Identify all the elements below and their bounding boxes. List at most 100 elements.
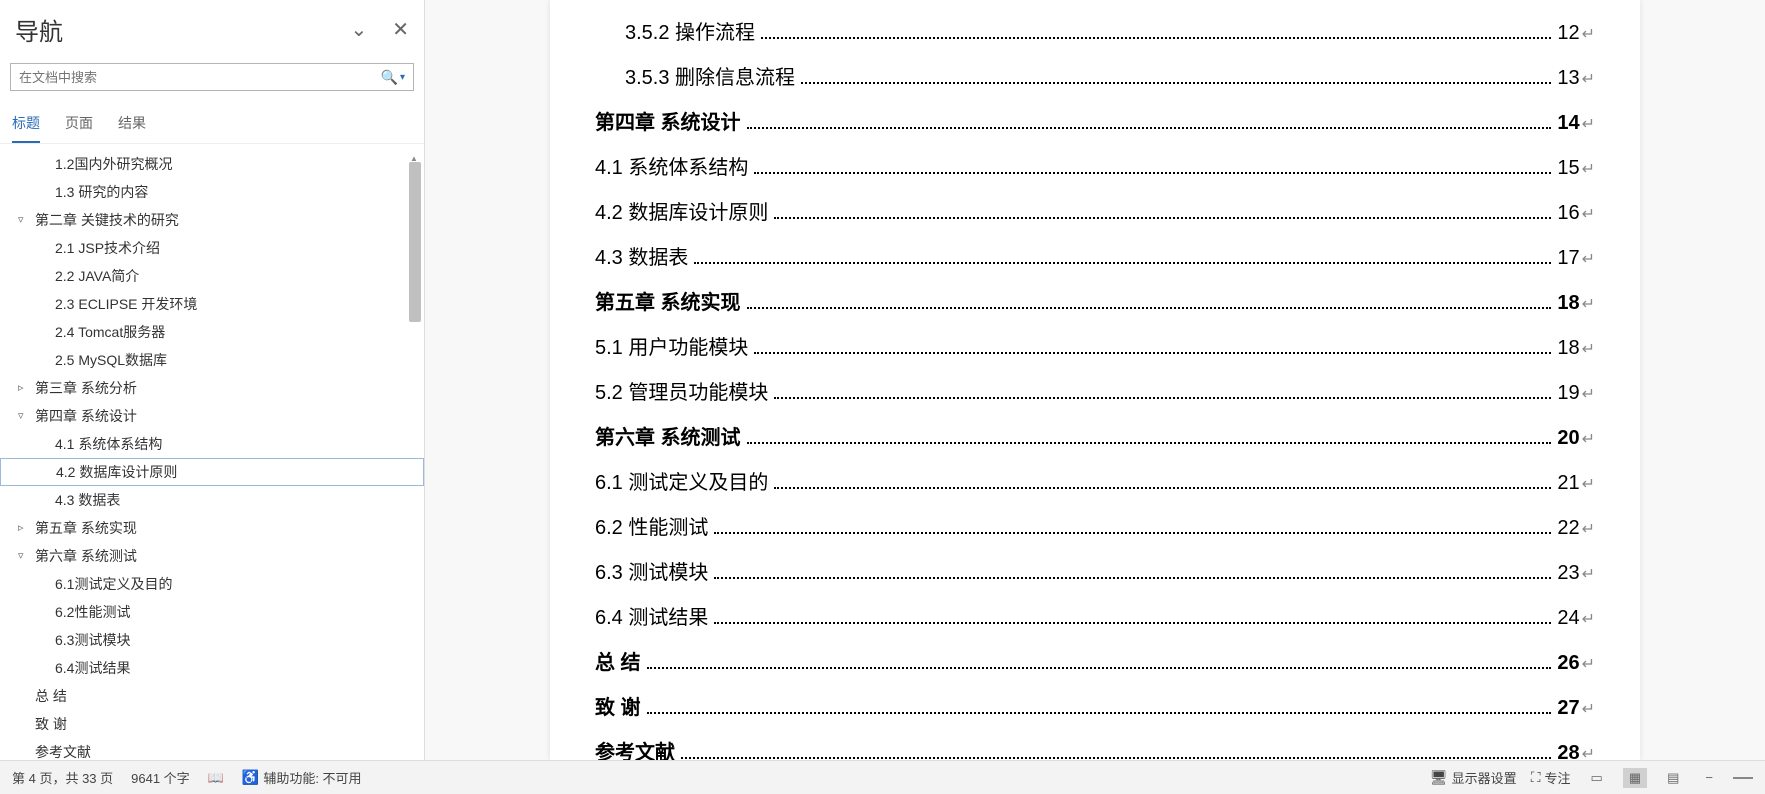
nav-tree-item[interactable]: 1.2国内外研究概况 [0,150,424,178]
nav-tree-label: 2.4 Tomcat服务器 [55,324,165,340]
nav-tree-label: 4.3 数据表 [55,492,120,508]
toc-text: 3.5.3 删除信息流程 [595,61,795,90]
search-box[interactable]: 🔍▾ [10,63,414,91]
nav-tree-item[interactable]: 6.4测试结果 [0,654,424,682]
tree-expand-icon[interactable]: ▿ [18,546,24,566]
nav-tree-item[interactable]: 4.1 系统体系结构 [0,430,424,458]
toc-entry[interactable]: 5.1 用户功能模块18↵ [595,331,1595,360]
page-indicator[interactable]: 第 4 页，共 33 页 [12,768,113,787]
toc-page-number: 18 [1557,292,1579,315]
nav-tree-item[interactable]: 2.2 JAVA简介 [0,262,424,290]
nav-tree-item[interactable]: 2.3 ECLIPSE 开发环境 [0,290,424,318]
tree-expand-icon[interactable]: ▹ [18,518,24,538]
toc-entry[interactable]: 第四章 系统设计14↵ [595,106,1595,135]
toc-entry[interactable]: 6.4 测试结果24↵ [595,601,1595,630]
nav-tree-item[interactable]: ▹ 第五章 系统实现 [0,514,424,542]
web-layout-button[interactable]: ▤ [1661,768,1685,788]
toc-entry[interactable]: 4.2 数据库设计原则16↵ [595,196,1595,225]
accessibility-status[interactable]: ♿ 辅助功能: 不可用 [242,768,362,787]
tab-pages[interactable]: 页面 [65,107,93,143]
toc-entry[interactable]: 第六章 系统测试20↵ [595,421,1595,450]
paragraph-mark-icon: ↵ [1582,249,1595,269]
toc-leader [647,712,1552,714]
nav-tree: 1.2国内外研究概况1.3 研究的内容▿第二章 关键技术的研究 2.1 JSP技术… [0,144,424,760]
read-mode-button[interactable]: ▭ [1585,768,1609,788]
toc-text: 总 结 [595,646,641,675]
toc-entry[interactable]: 3.5.2 操作流程12↵ [595,16,1595,45]
toc-text: 4.3 数据表 [595,241,688,270]
toc-leader [647,667,1552,669]
toc-leader [754,172,1551,174]
scrollbar-thumb[interactable] [409,162,421,322]
nav-title: 导航 [15,12,63,47]
nav-tree-item[interactable]: 致 谢 [0,710,424,738]
nav-tree-item[interactable]: 总 结 [0,682,424,710]
nav-tree-item[interactable]: 4.2 数据库设计原则 [0,458,424,486]
toc-page-number: 14 [1557,112,1579,135]
toc-text: 第四章 系统设计 [595,106,741,135]
focus-mode-button[interactable]: ⛶ 专注 [1531,768,1571,787]
tree-expand-icon[interactable]: ▹ [18,378,24,398]
toc-entry[interactable]: 5.2 管理员功能模块19↵ [595,376,1595,405]
nav-tree-item[interactable]: 1.3 研究的内容 [0,178,424,206]
nav-tree-item[interactable]: ▿第六章 系统测试 [0,542,424,570]
zoom-slider[interactable] [1733,777,1753,779]
nav-tree-label: 6.3测试模块 [55,632,130,648]
tab-headings[interactable]: 标题 [12,107,40,143]
status-bar: 第 4 页，共 33 页 9641 个字 📖 ♿ 辅助功能: 不可用 🖥 显示器… [0,760,1765,794]
toc-text: 5.2 管理员功能模块 [595,376,768,405]
nav-tree-item[interactable]: ▿第四章 系统设计 [0,402,424,430]
toc-entry[interactable]: 6.3 测试模块23↵ [595,556,1595,585]
toc-entry[interactable]: 第五章 系统实现18↵ [595,286,1595,315]
nav-tree-item[interactable]: 2.4 Tomcat服务器 [0,318,424,346]
toc-page-number: 22 [1557,517,1579,540]
collapse-icon[interactable]: ⌄ [350,17,367,42]
toc-entry[interactable]: 4.3 数据表17↵ [595,241,1595,270]
nav-tree-item[interactable]: 4.3 数据表 [0,486,424,514]
nav-tree-label: 2.1 JSP技术介绍 [55,240,160,256]
nav-tree-item[interactable]: 6.2性能测试 [0,598,424,626]
zoom-out-button[interactable]: − [1699,768,1719,787]
paragraph-mark-icon: ↵ [1582,519,1595,539]
toc-entry[interactable]: 总 结26↵ [595,646,1595,675]
tree-expand-icon[interactable]: ▿ [18,210,24,230]
search-input[interactable] [11,66,373,89]
paragraph-mark-icon: ↵ [1582,159,1595,179]
nav-tree-item[interactable]: 6.3测试模块 [0,626,424,654]
toc-entry[interactable]: 6.2 性能测试22↵ [595,511,1595,540]
toc-entry[interactable]: 6.1 测试定义及目的21↵ [595,466,1595,495]
nav-tree-item[interactable]: 6.1测试定义及目的 [0,570,424,598]
nav-tree-item[interactable]: 2.1 JSP技术介绍 [0,234,424,262]
toc-page-number: 27 [1557,697,1579,720]
nav-tree-label: 6.2性能测试 [55,604,130,620]
toc-entry[interactable]: 3.5.3 删除信息流程13↵ [595,61,1595,90]
toc-text: 4.2 数据库设计原则 [595,196,768,225]
toc-entry[interactable]: 参考文献28↵ [595,736,1595,760]
toc-entry[interactable]: 致 谢27↵ [595,691,1595,720]
close-icon[interactable]: ✕ [392,17,409,42]
toc-leader [801,82,1551,84]
nav-tree-item[interactable]: 2.5 MySQL数据库 [0,346,424,374]
toc-page-number: 21 [1557,472,1579,495]
word-count[interactable]: 9641 个字 [131,768,190,787]
tree-expand-icon[interactable]: ▿ [18,406,24,426]
nav-tree-item[interactable]: 参考文献 [0,738,424,760]
nav-tree-item[interactable]: ▿第二章 关键技术的研究 [0,206,424,234]
search-dropdown-button[interactable]: 🔍▾ [373,69,413,86]
scroll-up-icon[interactable] [410,148,418,156]
toc-page-number: 15 [1557,157,1579,180]
tab-results[interactable]: 结果 [118,107,146,143]
paragraph-mark-icon: ↵ [1582,654,1595,674]
toc-text: 6.3 测试模块 [595,556,708,585]
toc-leader [747,307,1552,309]
nav-tree-label: 第五章 系统实现 [35,520,137,536]
nav-tree-item[interactable]: ▹第三章 系统分析 [0,374,424,402]
paragraph-mark-icon: ↵ [1582,339,1595,359]
focus-icon: ⛶ [1531,769,1541,786]
print-layout-button[interactable]: ▦ [1623,768,1647,788]
toc-entry[interactable]: 4.1 系统体系结构15↵ [595,151,1595,180]
spellcheck-icon[interactable]: 📖 [208,770,224,786]
display-settings-button[interactable]: 🖥 显示器设置 [1430,768,1517,787]
toc-leader [761,37,1551,39]
toc-text: 5.1 用户功能模块 [595,331,748,360]
